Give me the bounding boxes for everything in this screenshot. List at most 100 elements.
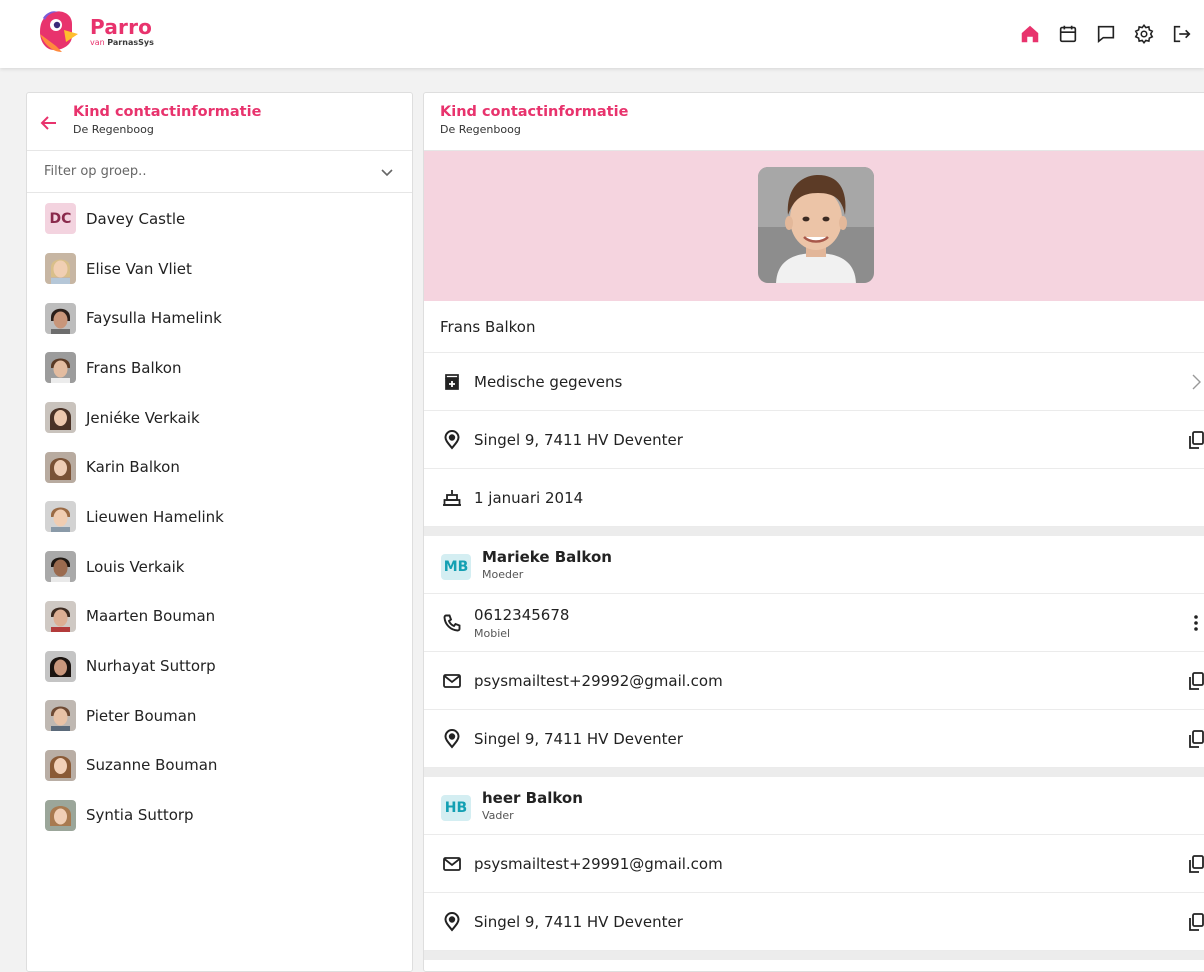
copy-icon[interactable] xyxy=(1186,912,1204,932)
birthdate-row: 1 januari 2014 xyxy=(424,469,1204,527)
more-vertical-icon[interactable] xyxy=(1186,613,1204,633)
contact-role: Moeder xyxy=(482,568,524,581)
phone-number: 0612345678 xyxy=(474,606,570,624)
top-nav xyxy=(1018,22,1194,46)
location-pin-icon xyxy=(444,911,460,932)
contact-header: MB Marieke Balkon Moeder xyxy=(424,536,1204,594)
child-name: Faysulla Hamelink xyxy=(86,309,222,328)
panel-header: Kind contactinformatie De Regenboog xyxy=(424,93,1204,151)
list-item[interactable]: Pieter Bouman xyxy=(27,691,412,741)
avatar xyxy=(45,700,76,732)
contact-email: psysmailtest+29992@gmail.com xyxy=(474,671,723,690)
medical-label: Medische gegevens xyxy=(474,372,623,391)
list-item[interactable]: Nurhayat Suttorp xyxy=(27,641,412,691)
contact-initials-badge: HB xyxy=(441,795,471,821)
list-item[interactable]: Jeniéke Verkaik xyxy=(27,393,412,443)
school-name: De Regenboog xyxy=(440,123,521,136)
child-name: Syntia Suttorp xyxy=(86,806,194,825)
calendar-button[interactable] xyxy=(1056,22,1080,46)
copy-icon[interactable] xyxy=(1186,430,1204,450)
child-address-row: Singel 9, 7411 HV Deventer xyxy=(424,411,1204,469)
phone-icon xyxy=(443,614,461,632)
avatar xyxy=(45,501,76,533)
list-item[interactable]: Lieuwen Hamelink xyxy=(27,492,412,542)
messages-button[interactable] xyxy=(1094,22,1118,46)
avatar xyxy=(45,451,76,483)
avatar-initials: DC xyxy=(45,203,76,235)
section-divider xyxy=(424,527,1204,536)
copy-icon[interactable] xyxy=(1186,854,1204,874)
back-arrow-icon[interactable] xyxy=(39,113,59,133)
avatar xyxy=(45,749,76,781)
contact-address-row: Singel 9, 7411 HV Deventer xyxy=(424,710,1204,768)
avatar xyxy=(45,650,76,682)
child-name: Maarten Bouman xyxy=(86,607,216,626)
child-name: Karin Balkon xyxy=(86,458,180,477)
children-list: DC Davey Castle Elise Van Vliet Faysulla… xyxy=(27,193,412,840)
top-bar: Parro van ParnasSys xyxy=(0,0,1204,68)
avatar xyxy=(45,352,76,384)
email-row: psysmailtest+29991@gmail.com xyxy=(424,835,1204,893)
list-item[interactable]: Frans Balkon xyxy=(27,343,412,393)
avatar xyxy=(45,253,76,285)
logout-button[interactable] xyxy=(1170,22,1194,46)
home-button[interactable] xyxy=(1018,22,1042,46)
chevron-right-icon xyxy=(1192,374,1201,389)
child-name: Davey Castle xyxy=(86,209,186,228)
child-name: Lieuwen Hamelink xyxy=(86,507,224,526)
copy-icon[interactable] xyxy=(1186,671,1204,691)
child-photo xyxy=(758,167,874,283)
avatar xyxy=(45,402,76,434)
parro-logo[interactable]: Parro van ParnasSys xyxy=(38,10,154,54)
medical-info-row[interactable]: Medische gegevens xyxy=(424,353,1204,411)
detail-title: Kind contactinformatie xyxy=(440,104,629,120)
list-item[interactable]: Faysulla Hamelink xyxy=(27,293,412,343)
email-row: psysmailtest+29992@gmail.com xyxy=(424,652,1204,710)
child-name: Frans Balkon xyxy=(86,358,182,377)
contact-initials-badge: MB xyxy=(441,554,471,580)
chat-icon xyxy=(1097,25,1115,44)
list-item[interactable]: DC Davey Castle xyxy=(27,194,412,244)
child-name: Elise Van Vliet xyxy=(86,259,192,278)
avatar xyxy=(45,551,76,583)
contact-name: heer Balkon xyxy=(482,789,583,807)
list-item[interactable]: Louis Verkaik xyxy=(27,542,412,592)
section-divider xyxy=(424,951,1204,960)
contact-address-row: Singel 9, 7411 HV Deventer xyxy=(424,893,1204,951)
contact-role: Vader xyxy=(482,809,514,822)
child-name: Pieter Bouman xyxy=(86,706,197,725)
avatar xyxy=(45,302,76,334)
child-detail-panel: Kind contactinformatie De Regenboog Fran… xyxy=(423,92,1204,972)
settings-button[interactable] xyxy=(1132,22,1156,46)
birthdate: 1 januari 2014 xyxy=(474,488,584,507)
group-filter-select[interactable]: Filter op groep.. xyxy=(27,151,412,193)
phone-row: 0612345678 Mobiel xyxy=(424,594,1204,652)
gear-icon xyxy=(1134,24,1154,44)
location-pin-icon xyxy=(444,429,460,450)
child-name: Louis Verkaik xyxy=(86,557,185,576)
list-item[interactable]: Suzanne Bouman xyxy=(27,741,412,791)
copy-icon[interactable] xyxy=(1186,729,1204,749)
list-item[interactable]: Maarten Bouman xyxy=(27,592,412,642)
mail-icon xyxy=(443,673,461,688)
child-name: Jeniéke Verkaik xyxy=(86,408,200,427)
list-item[interactable]: Syntia Suttorp xyxy=(27,790,412,840)
medical-icon xyxy=(445,373,459,390)
avatar xyxy=(45,799,76,831)
section-divider xyxy=(424,768,1204,777)
panel-header: Kind contactinformatie De Regenboog xyxy=(27,93,412,151)
parrot-logo-icon xyxy=(40,11,78,52)
contact-address: Singel 9, 7411 HV Deventer xyxy=(474,729,683,748)
children-list-panel: Kind contactinformatie De Regenboog Filt… xyxy=(26,92,413,972)
list-item[interactable]: Karin Balkon xyxy=(27,442,412,492)
child-address: Singel 9, 7411 HV Deventer xyxy=(474,430,683,449)
profile-photo-band xyxy=(424,151,1204,301)
contact-name: Marieke Balkon xyxy=(482,548,612,566)
calendar-icon xyxy=(1059,25,1077,43)
app-subtitle: van ParnasSys xyxy=(90,38,154,47)
contact-address: Singel 9, 7411 HV Deventer xyxy=(474,912,683,931)
app-name: Parro xyxy=(90,15,153,39)
list-item[interactable]: Elise Van Vliet xyxy=(27,244,412,294)
contact-email: psysmailtest+29991@gmail.com xyxy=(474,854,723,873)
mail-icon xyxy=(443,856,461,871)
